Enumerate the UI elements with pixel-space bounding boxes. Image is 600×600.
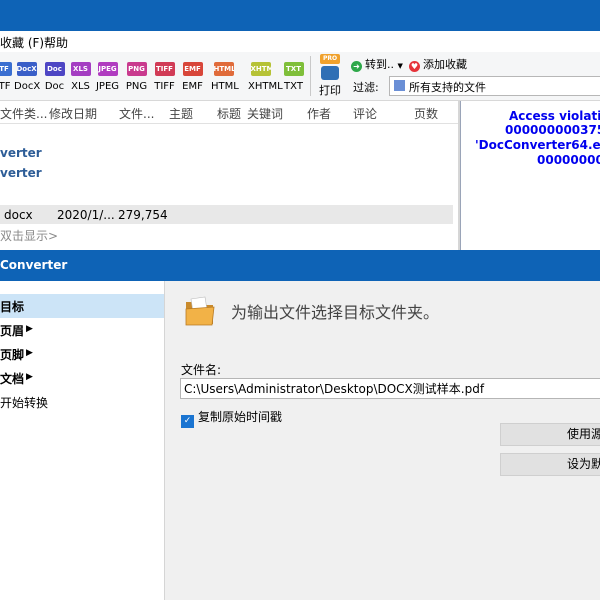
file-filter-icon (394, 80, 405, 91)
column-header-row: 文件类... 修改日期 文件... 主题 标题 关键词 作者 评论 页数 (0, 101, 458, 124)
menu-favorites[interactable]: 收藏 (F) (0, 34, 44, 51)
menu-help[interactable]: 帮助 (44, 34, 68, 51)
error-message-line: Access violation (509, 109, 600, 123)
filter-label: 过滤: (353, 81, 379, 94)
convert-xhtml-button[interactable]: XHTML XHTML (248, 62, 283, 92)
column-header-author[interactable]: 作者 (307, 105, 331, 122)
dialog-title-bar[interactable]: Converter (0, 250, 600, 281)
convert-html-button[interactable]: HTML HTML (211, 62, 239, 92)
tiff-icon: TIFF (154, 62, 175, 76)
xhtml-icon: XHTML (250, 62, 271, 76)
dialog-main-panel: 为输出文件选择目标文件夹。 文件名: C:\Users\Administrato… (165, 281, 600, 600)
use-source-button[interactable]: 使用源 (500, 423, 600, 446)
menu-bar: 收藏 (F) 帮助 (0, 31, 600, 53)
set-default-button[interactable]: 设为默 (500, 453, 600, 476)
sidebar-item-target[interactable]: 目标 (0, 294, 164, 318)
column-header-keywords[interactable]: 关键词 (247, 105, 283, 122)
file-row[interactable]: docx 2020/1/... 279,754 (0, 205, 453, 224)
column-header-subject[interactable]: 主题 (169, 105, 193, 122)
column-header-type[interactable]: 文件类... (0, 105, 47, 122)
column-header-size[interactable]: 文件... (119, 105, 154, 122)
file-date-cell: 2020/1/... (57, 208, 115, 222)
sidebar-item-footer[interactable]: 页脚 ▶ (0, 342, 164, 366)
txt-icon: TXT (283, 62, 304, 76)
error-message-line: 'DocConverter64.exe (475, 138, 600, 152)
column-header-comment[interactable]: 评论 (353, 105, 377, 122)
expand-arrow-icon: ▶ (26, 324, 33, 334)
file-size-cell: 279,754 (118, 208, 168, 222)
convert-emf-button[interactable]: EMF EMF (180, 62, 205, 92)
folder-icon (185, 296, 215, 326)
column-header-modified[interactable]: 修改日期 (49, 105, 97, 122)
toolbar-separator (310, 56, 311, 96)
print-button[interactable]: PRO 打印 (316, 54, 344, 98)
toolbar: RTF RTF DocX DocX Doc Doc XLS XLS JPEG J… (0, 52, 600, 101)
sidebar-item-start-conversion[interactable]: 开始转换 (0, 390, 164, 414)
checkmark-icon: ✓ (181, 415, 194, 428)
main-title-bar[interactable] (0, 0, 600, 31)
goto-button[interactable]: ➜ 转到.. ▼ (351, 56, 403, 72)
convert-rtf-button[interactable]: RTF RTF (0, 62, 14, 92)
goto-arrow-icon: ➜ (351, 61, 362, 72)
filter-value: 所有支持的文件 (409, 81, 486, 94)
file-list-panel: 文件类... 修改日期 文件... 主题 标题 关键词 作者 评论 页数 ver… (0, 101, 458, 250)
error-message-line: 00000000037595 (505, 123, 600, 137)
convert-xls-button[interactable]: XLS XLS (68, 62, 93, 92)
dialog-sidebar: 目标 页眉 ▶ 页脚 ▶ 文档 ▶ 开始转换 (0, 281, 165, 600)
column-header-pages[interactable]: 页数 (414, 105, 438, 122)
convert-docx-button[interactable]: DocX DocX (14, 62, 40, 92)
heart-icon: ♥ (409, 61, 420, 72)
filename-input[interactable]: C:\Users\Administrator\Desktop\DOCX测试样本.… (180, 378, 600, 399)
printer-icon (321, 66, 339, 80)
jpeg-icon: JPEG (97, 62, 118, 76)
dialog-title: Converter (0, 258, 68, 272)
xls-icon: XLS (70, 62, 91, 76)
convert-jpeg-button[interactable]: JPEG JPEG (95, 62, 120, 92)
preview-pane: Access violation 00000000037595 'DocConv… (460, 101, 600, 250)
docx-icon: DocX (16, 62, 37, 76)
emf-icon: EMF (182, 62, 203, 76)
rtf-icon: RTF (0, 62, 12, 76)
sidebar-item-header[interactable]: 页眉 ▶ (0, 318, 164, 342)
filename-label: 文件名: (181, 363, 222, 377)
html-icon: HTML (213, 62, 234, 76)
expand-arrow-icon: ▶ (26, 372, 33, 382)
pro-badge: PRO (320, 54, 340, 64)
dialog-heading: 为输出文件选择目标文件夹。 (231, 303, 440, 322)
dropdown-icon: ▼ (397, 62, 403, 70)
expand-arrow-icon: ▶ (26, 348, 33, 358)
convert-doc-button[interactable]: Doc Doc (42, 62, 67, 92)
convert-txt-button[interactable]: TXT TXT (281, 62, 306, 92)
error-message-line: 0000000000 (537, 153, 600, 167)
sidebar-item-document[interactable]: 文档 ▶ (0, 366, 164, 390)
filter-dropdown[interactable]: 所有支持的文件 (389, 76, 600, 96)
png-icon: PNG (126, 62, 147, 76)
folder-item[interactable]: verter (0, 146, 42, 160)
convert-tiff-button[interactable]: TIFF TIFF (152, 62, 177, 92)
convert-png-button[interactable]: PNG PNG (124, 62, 149, 92)
doc-icon: Doc (44, 62, 65, 76)
folder-item[interactable]: verter (0, 166, 42, 180)
add-favorite-button[interactable]: ♥ 添加收藏 (409, 56, 467, 72)
file-type-cell: docx (4, 208, 33, 222)
keep-timestamp-checkbox[interactable]: ✓ 复制原始时间戳 (181, 408, 282, 428)
column-header-title[interactable]: 标题 (217, 105, 241, 122)
double-click-hint: 双击显示> (0, 229, 59, 243)
